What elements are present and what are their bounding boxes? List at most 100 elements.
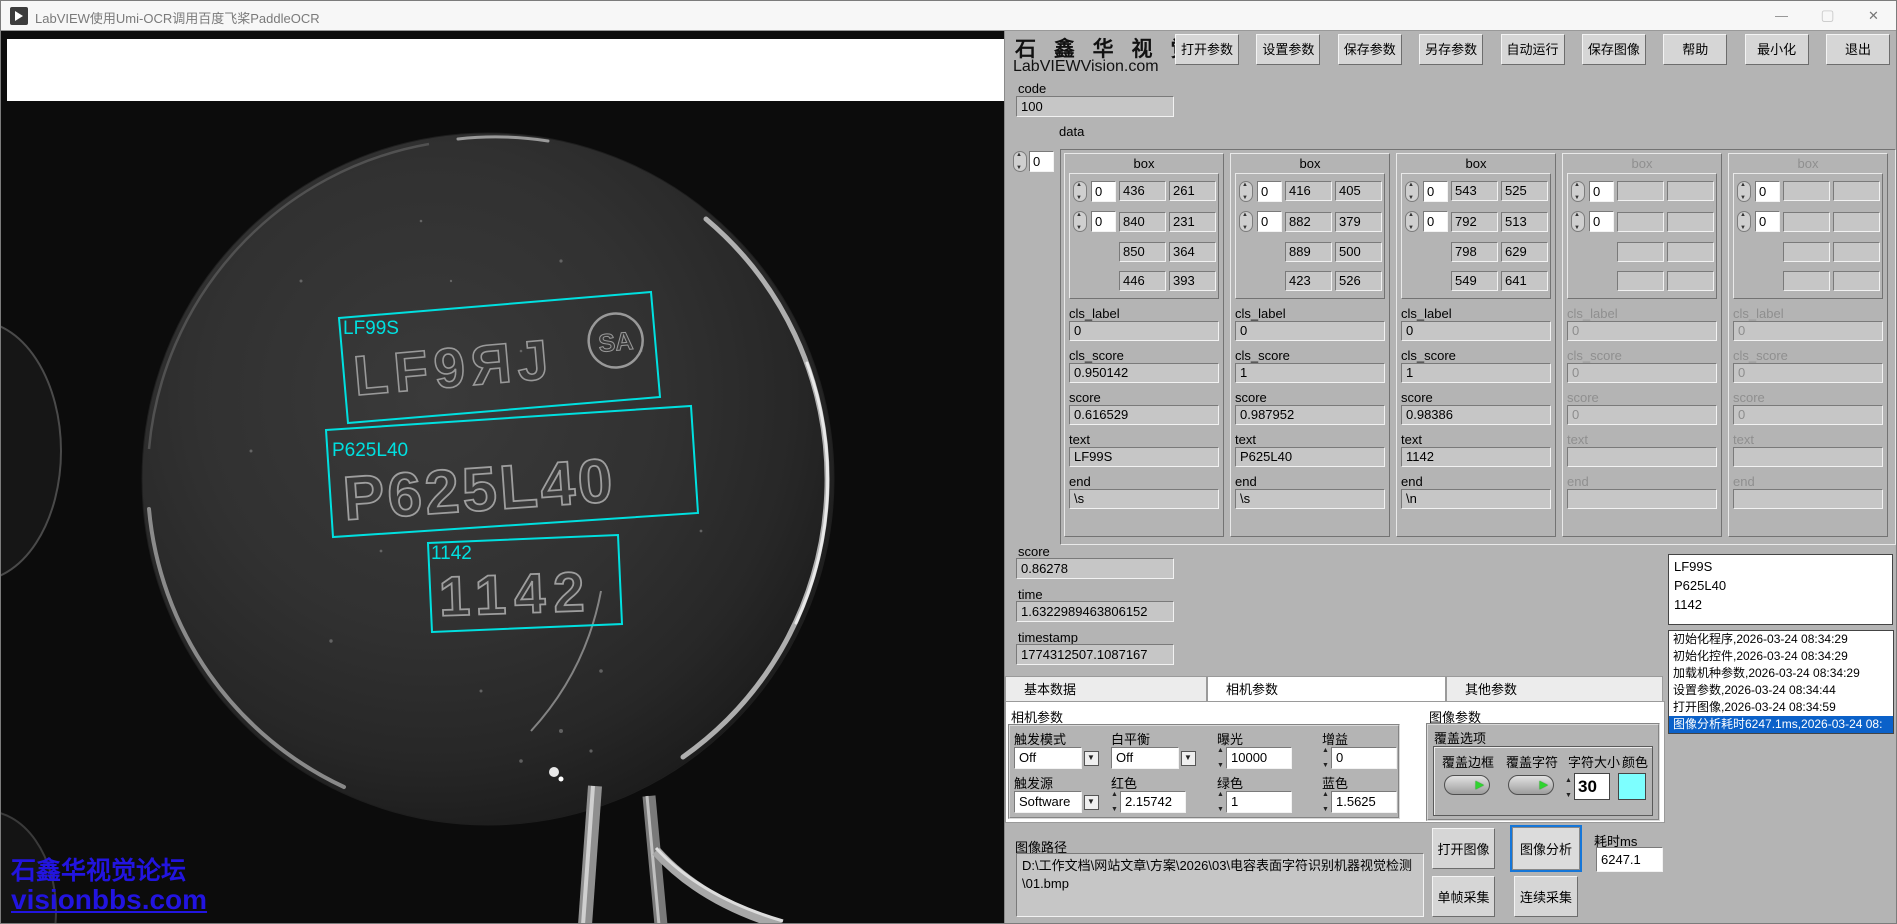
blue-gain-field[interactable]: 1.5625 bbox=[1331, 791, 1397, 813]
open-params-button[interactable]: 打开参数 bbox=[1175, 34, 1239, 65]
spinner-arrows-icon[interactable] bbox=[1322, 791, 1331, 813]
box-index-spinner[interactable] bbox=[1737, 180, 1751, 202]
box-index-spinner[interactable] bbox=[1073, 211, 1087, 233]
single-grab-button[interactable]: 单帧采集 bbox=[1432, 876, 1495, 917]
log-entry[interactable]: 初始化程序,2026-03-24 08:34:29 bbox=[1669, 631, 1893, 648]
box-cluster-label: box bbox=[1299, 156, 1321, 171]
data-cluster: box00cls_label0cls_score0score0textend bbox=[1562, 153, 1722, 537]
log-entry[interactable]: 初始化控件,2026-03-24 08:34:29 bbox=[1669, 648, 1893, 665]
box-index-spinner[interactable] bbox=[1405, 211, 1419, 233]
save-as-params-button[interactable]: 另存参数 bbox=[1419, 34, 1484, 65]
box-index-spinner[interactable] bbox=[1239, 211, 1253, 233]
cls-label-label: cls_label bbox=[1567, 306, 1618, 321]
box-index-spinner[interactable] bbox=[1571, 180, 1585, 202]
gain-field[interactable]: 0 bbox=[1331, 747, 1397, 769]
box-coordinate-cell bbox=[1617, 271, 1664, 292]
minimize-app-button[interactable]: 最小化 bbox=[1744, 34, 1809, 65]
box-coordinate-cell: 840 bbox=[1119, 211, 1166, 232]
box-index-field[interactable]: 0 bbox=[1755, 180, 1780, 202]
help-button[interactable]: 帮助 bbox=[1663, 34, 1728, 65]
tab-other-params[interactable]: 其他参数 bbox=[1446, 676, 1663, 701]
red-gain-field[interactable]: 2.15742 bbox=[1120, 791, 1186, 813]
score-field: 0.86278 bbox=[1016, 558, 1174, 579]
exposure-label: 曝光 bbox=[1217, 732, 1244, 747]
box-index-spinner[interactable] bbox=[1073, 180, 1087, 202]
box-index-field[interactable]: 0 bbox=[1257, 211, 1282, 233]
log-entry[interactable]: 加载机种参数,2026-03-24 08:34:29 bbox=[1669, 665, 1893, 682]
spinner-arrows-icon[interactable] bbox=[1217, 747, 1226, 769]
set-params-button[interactable]: 设置参数 bbox=[1256, 34, 1321, 65]
overlay-text-led-button[interactable] bbox=[1508, 775, 1554, 795]
white-balance-dropdown[interactable]: Off bbox=[1111, 747, 1179, 769]
end-label: end bbox=[1069, 474, 1091, 489]
trigger-source-control: Software bbox=[1014, 790, 1109, 814]
white-balance-control: Off bbox=[1111, 746, 1215, 770]
green-gain-field[interactable]: 1 bbox=[1226, 791, 1292, 813]
box-index-field[interactable]: 0 bbox=[1589, 211, 1614, 233]
box-index-spinner[interactable] bbox=[1571, 211, 1585, 233]
red-gain-control: 2.15742 bbox=[1111, 790, 1215, 814]
box-index-field[interactable]: 0 bbox=[1257, 180, 1282, 202]
log-entry[interactable]: 设置参数,2026-03-24 08:34:44 bbox=[1669, 682, 1893, 699]
color-label: 颜色 bbox=[1622, 755, 1649, 770]
cls-label-label: cls_label bbox=[1401, 306, 1452, 321]
cls-score-label: cls_score bbox=[1069, 348, 1124, 363]
log-entry[interactable]: 图像分析耗时6247.1ms,2026-03-24 08: bbox=[1669, 716, 1893, 733]
exit-button[interactable]: 退出 bbox=[1826, 34, 1890, 65]
save-image-button[interactable]: 保存图像 bbox=[1581, 34, 1646, 65]
data-index-field[interactable]: 0 bbox=[1029, 151, 1054, 172]
box-coordinate-cell: 798 bbox=[1451, 241, 1498, 262]
data-index-spinner[interactable] bbox=[1013, 151, 1027, 172]
char-size-field[interactable]: 30 bbox=[1574, 773, 1610, 800]
image-path-field[interactable]: D:\工作文档\网站文章\方案\2026\03\电容表面字符识别机器视觉检测\0… bbox=[1016, 853, 1424, 917]
analyze-image-button[interactable]: 图像分析 bbox=[1510, 825, 1582, 872]
box-coordinate-cell: 882 bbox=[1285, 211, 1332, 232]
box-index-spinner[interactable] bbox=[1239, 180, 1253, 202]
dropdown-arrow-icon[interactable] bbox=[1084, 794, 1099, 810]
log-entry[interactable]: 打开图像,2026-03-24 08:34:59 bbox=[1669, 699, 1893, 716]
text-field: P625L40 bbox=[1235, 447, 1385, 467]
box-index-field[interactable]: 0 bbox=[1091, 211, 1116, 233]
cls-label-field: 0 bbox=[1733, 321, 1883, 341]
minimize-icon[interactable] bbox=[1759, 1, 1804, 30]
brand-site: LabVIEWVision.com bbox=[1013, 58, 1159, 75]
score-label: score bbox=[1069, 390, 1101, 405]
spinner-arrows-icon[interactable] bbox=[1322, 747, 1331, 769]
box-coordinate-cell bbox=[1783, 271, 1830, 292]
open-image-button[interactable]: 打开图像 bbox=[1432, 828, 1495, 869]
tab-camera-params[interactable]: 相机参数 bbox=[1207, 676, 1446, 701]
continuous-grab-button[interactable]: 连续采集 bbox=[1514, 876, 1578, 917]
trigger-source-dropdown[interactable]: Software bbox=[1014, 791, 1082, 813]
save-params-button[interactable]: 保存参数 bbox=[1337, 34, 1402, 65]
box-index-spinner[interactable] bbox=[1405, 180, 1419, 202]
score-label: score bbox=[1401, 390, 1433, 405]
tab-basic-data[interactable]: 基本数据 bbox=[1005, 676, 1207, 701]
box-index-field[interactable]: 0 bbox=[1423, 180, 1448, 202]
overlay-color-swatch[interactable] bbox=[1618, 773, 1646, 800]
box-coordinate-cell: 364 bbox=[1169, 241, 1216, 262]
trigger-mode-dropdown[interactable]: Off bbox=[1014, 747, 1082, 769]
overlay-border-led-button[interactable] bbox=[1444, 775, 1490, 795]
box-index-field[interactable]: 0 bbox=[1423, 211, 1448, 233]
red-gain-label: 红色 bbox=[1111, 776, 1138, 791]
auto-run-button[interactable]: 自动运行 bbox=[1500, 34, 1565, 65]
box-index-field[interactable]: 0 bbox=[1091, 180, 1116, 202]
char-size-spinner[interactable] bbox=[1565, 777, 1574, 799]
close-icon[interactable] bbox=[1851, 1, 1896, 30]
box-index-spinner[interactable] bbox=[1737, 211, 1751, 233]
code-field: 100 bbox=[1016, 96, 1174, 117]
log-listbox[interactable]: 初始化程序,2026-03-24 08:34:29 初始化控件,2026-03-2… bbox=[1668, 630, 1894, 734]
spinner-arrows-icon[interactable] bbox=[1217, 791, 1226, 813]
box-coordinate-cell bbox=[1667, 211, 1714, 232]
spinner-arrows-icon[interactable] bbox=[1111, 791, 1120, 813]
box-index-field[interactable]: 0 bbox=[1755, 211, 1780, 233]
box-index-field[interactable]: 0 bbox=[1589, 180, 1614, 202]
box-coordinate-cell bbox=[1833, 211, 1880, 232]
dropdown-arrow-icon[interactable] bbox=[1084, 750, 1099, 766]
data-label: data bbox=[1059, 124, 1085, 139]
cls-score-label: cls_score bbox=[1235, 348, 1290, 363]
cls-label-field: 0 bbox=[1401, 321, 1551, 341]
end-field: \n bbox=[1401, 489, 1551, 509]
exposure-field[interactable]: 10000 bbox=[1226, 747, 1292, 769]
dropdown-arrow-icon[interactable] bbox=[1181, 750, 1196, 766]
